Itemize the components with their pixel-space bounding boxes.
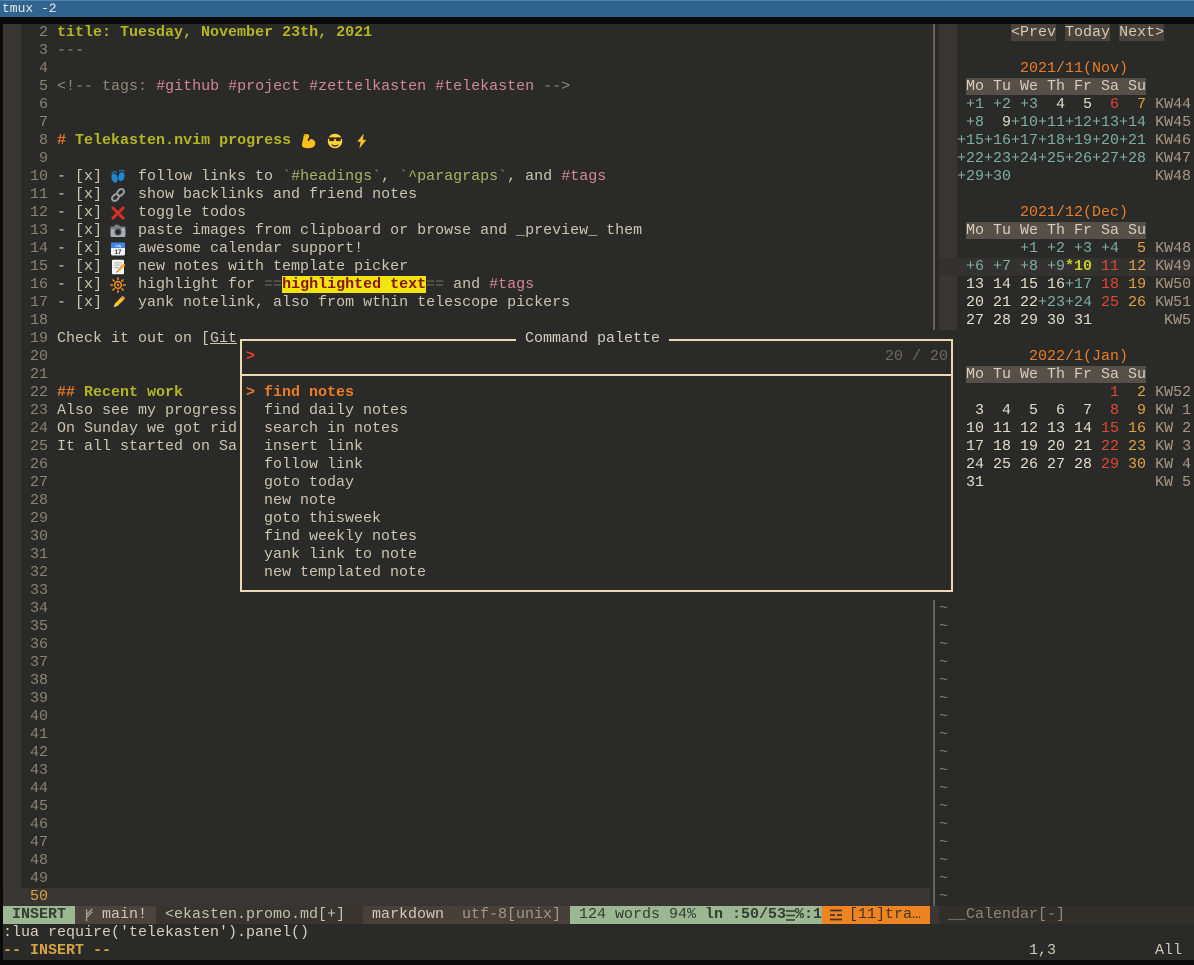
svg-text:17: 17 xyxy=(115,249,122,256)
svg-text:July: July xyxy=(115,244,122,248)
